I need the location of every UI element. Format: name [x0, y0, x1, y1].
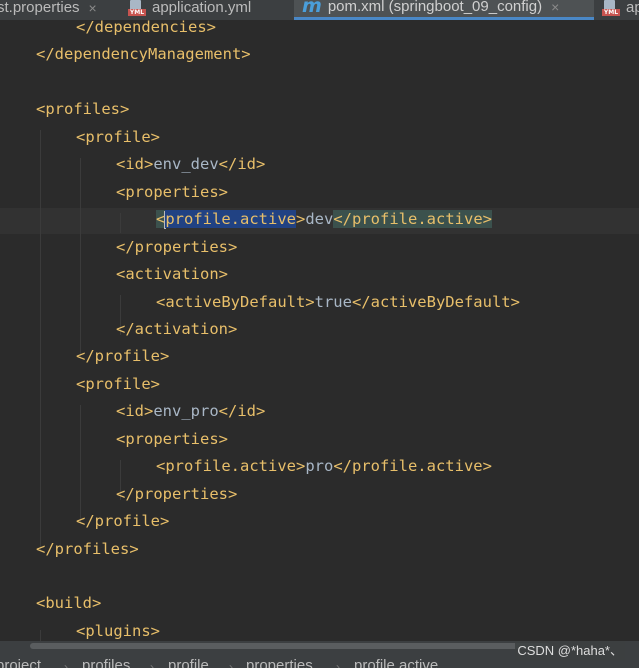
- xml-tag-token: </activation>: [116, 319, 238, 338]
- xml-tag-token: <properties>: [116, 182, 228, 201]
- xml-text-token: true: [314, 292, 352, 311]
- xml-tag-token: </id>: [218, 402, 266, 421]
- xml-tag-token: <activation>: [116, 265, 228, 284]
- xml-text-token: dev: [305, 210, 334, 229]
- xml-tag-token: <id>: [116, 155, 154, 174]
- breadcrumb-item-profiles[interactable]: profiles: [82, 657, 130, 668]
- indent-guide: [120, 213, 121, 233]
- tab-application-yml[interactable]: YML application.yml: [128, 0, 288, 20]
- xml-tag-token: <properties>: [116, 429, 228, 448]
- xml-text-token: pro: [305, 457, 334, 476]
- code-line[interactable]: <id>env_dev</id>: [116, 151, 265, 178]
- indent-guide: [80, 405, 81, 523]
- yml-badge: YML: [128, 9, 146, 16]
- yml-file-icon: YML: [128, 0, 146, 18]
- xml-tag-token: </dependencies>: [76, 20, 216, 36]
- code-line[interactable]: <activation>: [116, 261, 228, 288]
- code-line[interactable]: <profiles>: [36, 96, 129, 123]
- xml-tag-token: </profile.active>: [333, 457, 492, 476]
- breadcrumb-item-profile-active[interactable]: profile.active: [354, 657, 438, 668]
- xml-tag-token: <profile.active>: [156, 457, 306, 476]
- yml-file-icon: YML: [602, 0, 620, 18]
- xml-tag-token: </profiles>: [36, 539, 139, 558]
- xml-tag-token: <profiles>: [36, 100, 130, 119]
- indent-guide: [40, 130, 41, 550]
- xml-tag-token: </properties>: [116, 237, 238, 256]
- tab-ap[interactable]: YML ap: [602, 0, 639, 20]
- code-line[interactable]: <plugins>: [76, 618, 160, 641]
- xml-tag-token: <profile>: [76, 374, 160, 393]
- maven-m-icon: m: [302, 0, 322, 17]
- breadcrumb-separator-icon: ›: [150, 660, 154, 668]
- code-line[interactable]: </properties>: [116, 481, 237, 508]
- code-line[interactable]: <properties>: [116, 426, 228, 453]
- breadcrumb-item-profile[interactable]: profile: [168, 657, 209, 668]
- xml-tag-token: <profile>: [76, 127, 160, 146]
- xml-tag-token: </profile.active>: [333, 210, 492, 229]
- code-line[interactable]: </dependencies>: [76, 20, 216, 41]
- breadcrumb-separator-icon: ›: [64, 660, 68, 668]
- code-line[interactable]: </dependencyManagement>: [36, 41, 251, 68]
- xml-tag-token: >: [296, 210, 306, 229]
- yml-badge: YML: [602, 9, 620, 16]
- xml-tag-token: </id>: [218, 155, 266, 174]
- indent-guide: [80, 158, 81, 358]
- code-line[interactable]: </properties>: [116, 234, 237, 261]
- tab-label: application.yml: [152, 0, 252, 16]
- tab-label: ap: [626, 0, 639, 16]
- breadcrumb-item-project[interactable]: project: [0, 657, 41, 668]
- tab-st-properties[interactable]: st.properties ×: [0, 0, 117, 20]
- xml-tag-token: <id>: [116, 402, 154, 421]
- code-line[interactable]: </profile>: [76, 343, 169, 370]
- xml-tag-token: </activeByDefault>: [351, 292, 520, 311]
- code-line[interactable]: <properties>: [116, 179, 228, 206]
- xml-tag-token: profile.active: [165, 210, 296, 229]
- code-line[interactable]: </activation>: [116, 316, 237, 343]
- code-line[interactable]: <profile.active>pro</profile.active>: [156, 453, 492, 480]
- code-line[interactable]: <activeByDefault>true</activeByDefault>: [156, 289, 520, 316]
- code-line[interactable]: </profile>: [76, 508, 169, 535]
- code-line[interactable]: </profiles>: [36, 536, 139, 563]
- tab-pom-xml[interactable]: m pom.xml (springboot_09_config) ×: [294, 0, 594, 20]
- xml-text-token: env_dev: [153, 155, 219, 174]
- close-icon[interactable]: ×: [89, 0, 97, 18]
- code-line[interactable]: <profile>: [76, 371, 160, 398]
- xml-tag-token: <plugins>: [76, 621, 160, 640]
- xml-tag-token: <build>: [36, 594, 102, 613]
- xml-tag-token: </properties>: [116, 484, 238, 503]
- code-line[interactable]: <profile.active>dev</profile.active>: [156, 206, 492, 233]
- editor-tab-bar: st.properties × YML application.yml m po…: [0, 0, 639, 20]
- xml-text-token: env_pro: [153, 402, 219, 421]
- breadcrumb-separator-icon: ›: [229, 660, 233, 668]
- breadcrumb-separator-icon: ›: [336, 660, 340, 668]
- scrollbar-thumb[interactable]: [30, 643, 550, 649]
- code-line[interactable]: <profile>: [76, 124, 160, 151]
- indent-guide: [40, 630, 41, 641]
- xml-tag-token: </profile>: [76, 347, 170, 366]
- tab-label: st.properties: [0, 0, 80, 16]
- code-line[interactable]: <build>: [36, 590, 101, 617]
- code-editor[interactable]: </dependencies> </dependencyManagement> <p…: [0, 20, 639, 641]
- xml-tag-token: </profile>: [76, 512, 170, 531]
- xml-tag-token: <activeByDefault>: [156, 292, 315, 311]
- tab-label: pom.xml (springboot_09_config): [327, 0, 543, 15]
- xml-tag-token: </dependencyManagement>: [36, 45, 251, 64]
- watermark: CSDN @*haha*、: [515, 641, 625, 661]
- breadcrumb-item-properties[interactable]: properties: [246, 657, 313, 668]
- code-line[interactable]: <id>env_pro</id>: [116, 398, 265, 425]
- close-icon[interactable]: ×: [551, 0, 559, 17]
